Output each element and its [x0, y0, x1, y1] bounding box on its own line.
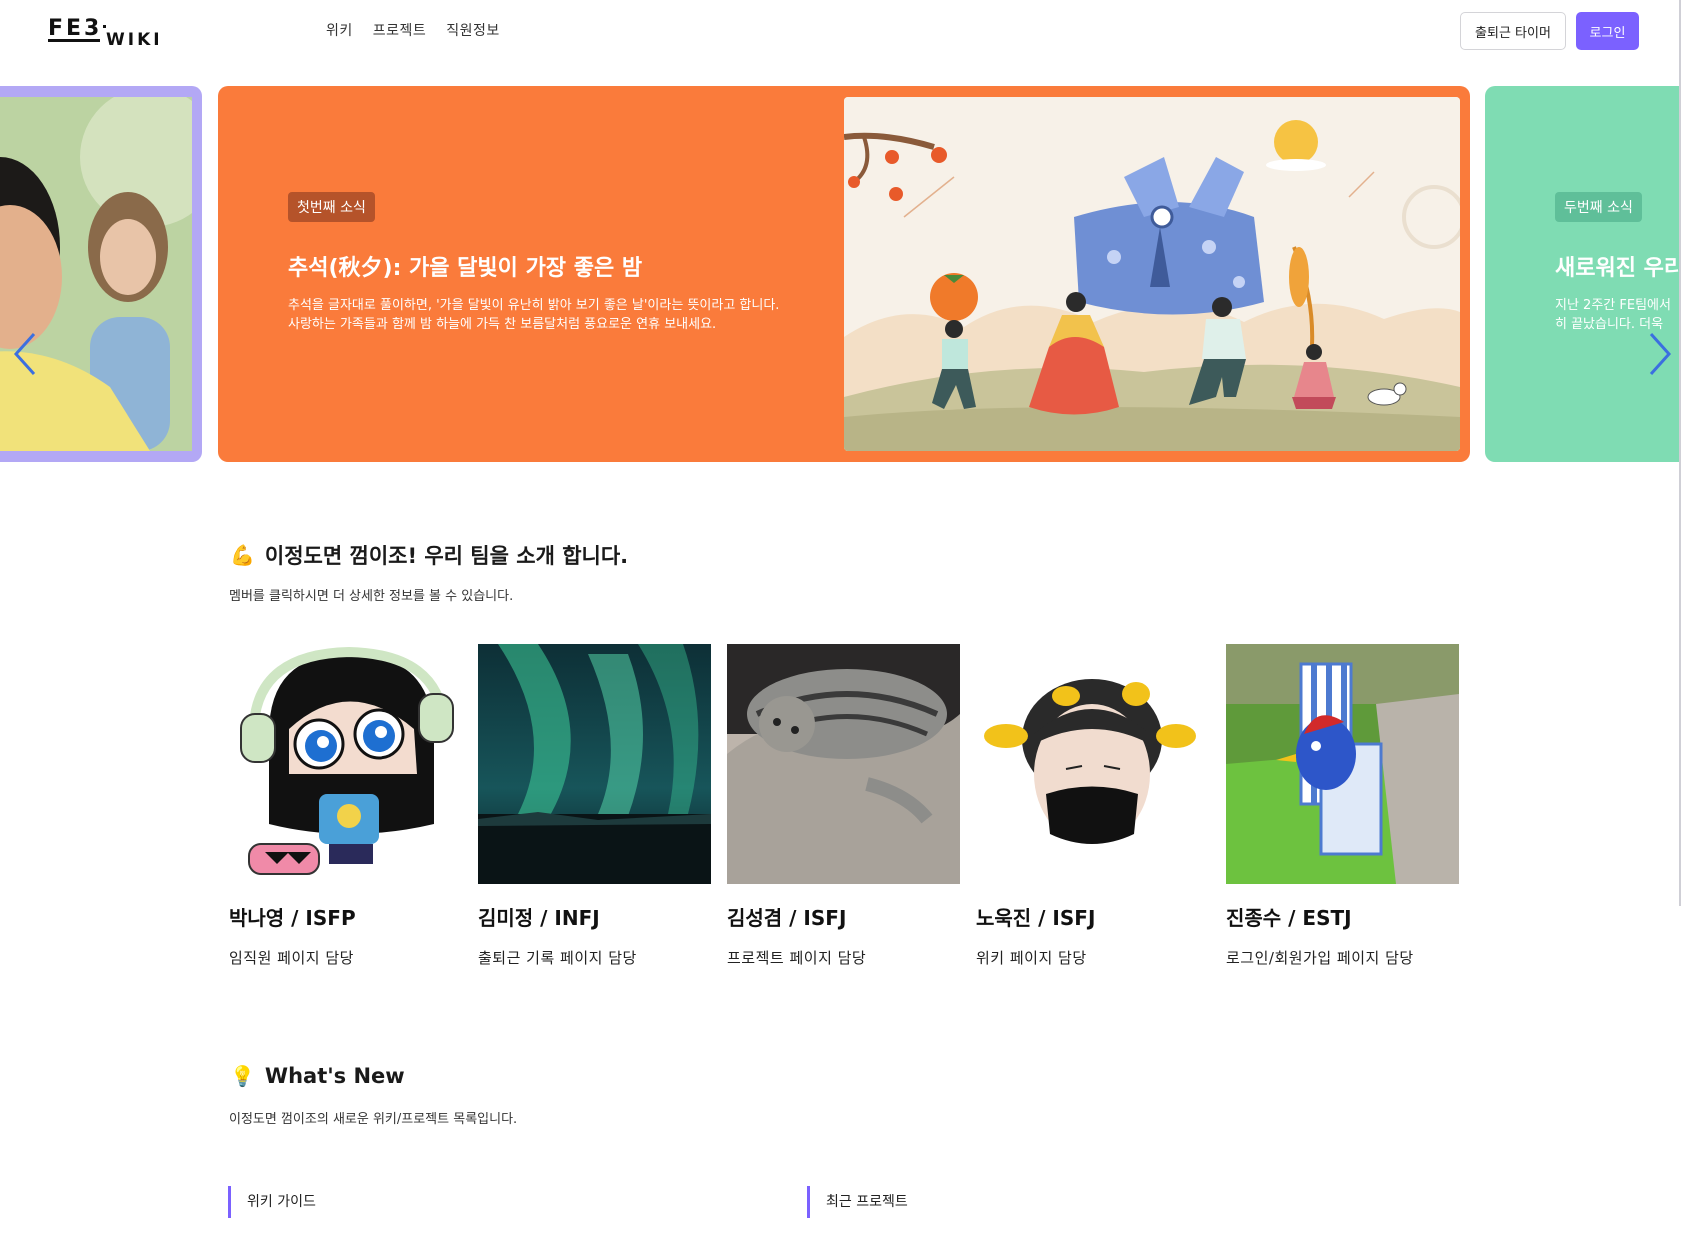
whats-new-title: 💡 What's New: [230, 1064, 405, 1088]
team-section-title-text: 이정도면 껌이조! 우리 팀을 소개 합니다.: [264, 544, 629, 568]
login-button[interactable]: 로그인: [1576, 12, 1639, 50]
carousel-prev-arrow-icon[interactable]: [8, 330, 42, 378]
commute-timer-button[interactable]: 출퇴근 타이머: [1460, 12, 1566, 50]
member-avatar: [1226, 644, 1459, 884]
nav-employee-info[interactable]: 직원정보: [446, 20, 500, 40]
main-nav: 위키 프로젝트 직원정보: [326, 20, 500, 40]
member-avatar: [976, 644, 1209, 884]
member-name: 박나영 / ISFP: [229, 906, 356, 930]
news-description: 지난 2주간 FE팀에서 히 끝났습니다. 더욱: [1555, 296, 1681, 334]
recent-projects-heading: 최근 프로젝트: [807, 1186, 908, 1218]
team-section-title: 💪 이정도면 껌이조! 우리 팀을 소개 합니다.: [230, 540, 628, 570]
svg-text:FE3: FE3: [48, 16, 102, 41]
nav-wiki[interactable]: 위키: [326, 20, 353, 40]
news-badge: 첫번째 소식: [288, 192, 375, 222]
flexed-biceps-icon: 💪: [230, 543, 255, 567]
carousel-slide-next[interactable]: 두번째 소식 새로워진 우리 지난 2주간 FE팀에서 히 끝났습니다. 더욱: [1485, 86, 1681, 462]
children-photo: [0, 97, 192, 451]
member-role: 로그인/회원가입 페이지 담당: [1226, 949, 1414, 967]
member-name: 진종수 / ESTJ: [1226, 906, 1352, 930]
member-card-jin-jongsu[interactable]: 진종수 / ESTJ 로그인/회원가입 페이지 담당: [1226, 644, 1459, 968]
wiki-guide-heading: 위키 가이드: [228, 1186, 316, 1218]
member-name: 김성겸 / ISFJ: [727, 906, 847, 930]
nav-project[interactable]: 프로젝트: [373, 20, 427, 40]
member-avatar: [229, 644, 462, 884]
news-title: 새로워진 우리: [1555, 256, 1681, 281]
news-badge: 두번째 소식: [1555, 192, 1642, 222]
whats-new-title-text: What's New: [264, 1064, 405, 1088]
carousel-slide-chuseok[interactable]: 첫번째 소식 추석(秋夕): 가을 달빛이 가장 좋은 밤 추석을 글자대로 풀…: [218, 86, 1470, 462]
member-card-park-nayoung[interactable]: 박나영 / ISFP 임직원 페이지 담당: [229, 644, 462, 968]
news-description-line: 지난 2주간 FE팀에서: [1555, 298, 1671, 313]
member-role: 프로젝트 페이지 담당: [727, 949, 867, 967]
member-card-no-ukjin[interactable]: 노욱진 / ISFJ 위키 페이지 담당: [976, 644, 1209, 968]
header: FE3 WIKI 위키 프로젝트 직원정보 출퇴근 타이머 로그인: [0, 0, 1681, 62]
member-role: 위키 페이지 담당: [976, 949, 1087, 967]
member-card-kim-seonggyeom[interactable]: 김성겸 / ISFJ 프로젝트 페이지 담당: [727, 644, 960, 968]
news-description: 추석을 글자대로 풀이하면, '가을 달빛이 유난히 밝아 보기 좋은 날'이라…: [288, 298, 780, 332]
fe3-wiki-logo[interactable]: FE3 WIKI: [48, 13, 172, 50]
light-bulb-icon: 💡: [230, 1064, 255, 1088]
carousel-slide-previous[interactable]: [0, 86, 202, 462]
news-title: 추석(秋夕): 가을 달빛이 가장 좋은 밤: [288, 256, 643, 281]
whats-new-subtitle: 이정도면 껌이조의 새로운 위키/프로젝트 목록입니다.: [229, 1112, 518, 1127]
team-section-subtitle: 멤버를 클릭하시면 더 상세한 정보를 볼 수 있습니다.: [229, 589, 514, 604]
member-role: 임직원 페이지 담당: [229, 949, 354, 967]
news-carousel: 첫번째 소식 추석(秋夕): 가을 달빛이 가장 좋은 밤 추석을 글자대로 풀…: [0, 86, 1681, 462]
svg-text:WIKI: WIKI: [106, 30, 163, 49]
member-avatar: [727, 644, 960, 884]
member-role: 출퇴근 기록 페이지 담당: [478, 949, 637, 967]
carousel-next-arrow-icon[interactable]: [1643, 330, 1677, 378]
member-card-kim-mijeong[interactable]: 김미정 / INFJ 출퇴근 기록 페이지 담당: [478, 644, 711, 968]
member-name: 김미정 / INFJ: [478, 906, 600, 930]
member-avatar: [478, 644, 711, 884]
member-name: 노욱진 / ISFJ: [976, 906, 1096, 930]
chuseok-illustration: [844, 97, 1460, 451]
